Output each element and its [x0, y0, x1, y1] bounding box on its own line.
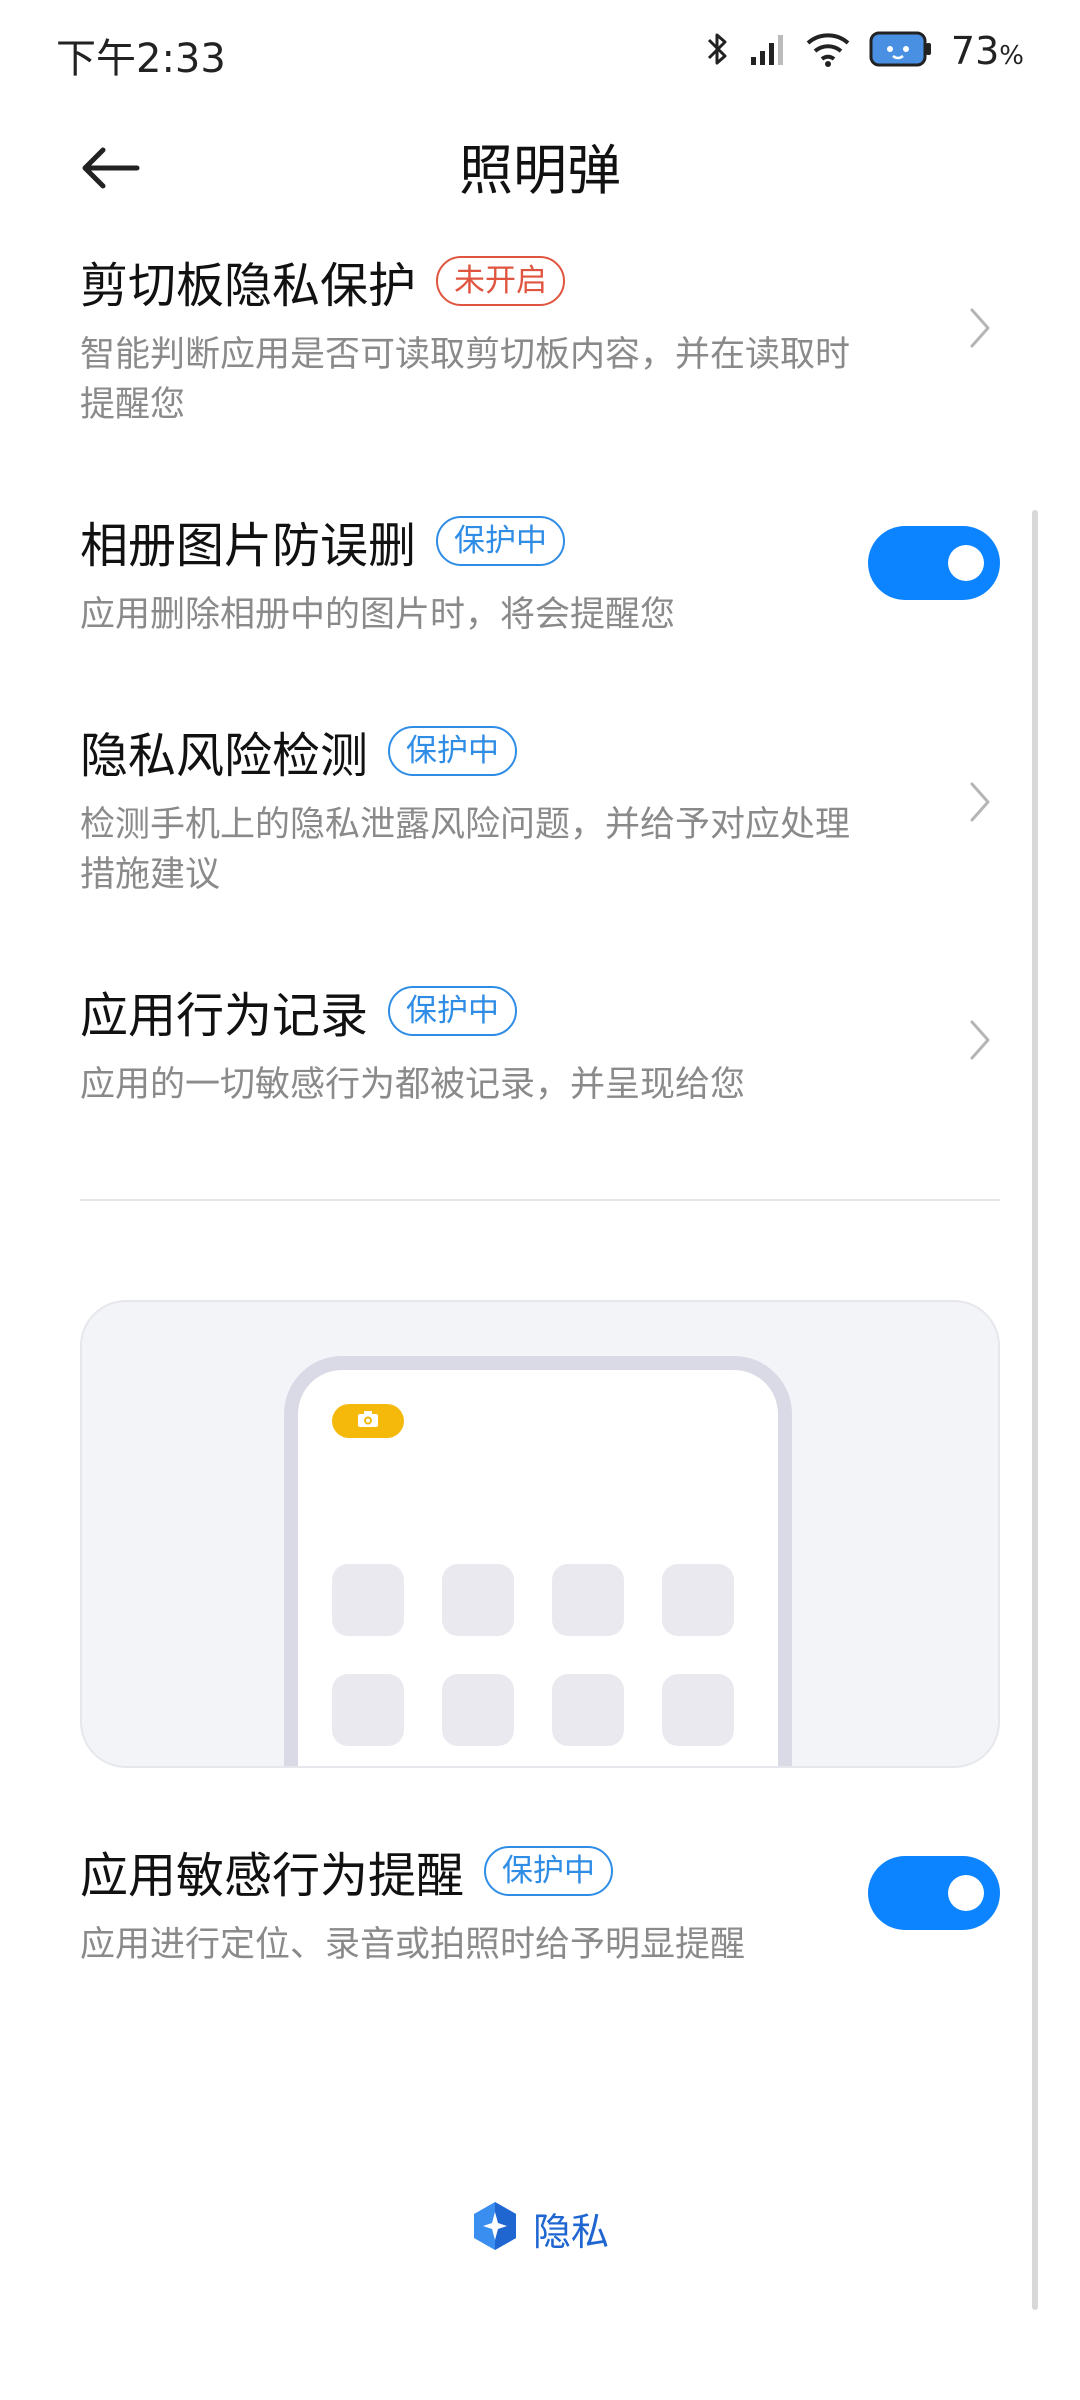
phone-illustration: [284, 1356, 792, 1766]
toggle-knob: [948, 545, 984, 581]
setting-behavior-record[interactable]: 应用行为记录 保护中 应用的一切敏感行为都被记录，并呈现给您: [80, 976, 1000, 1110]
sensitive-reminder-toggle[interactable]: [868, 1856, 1000, 1930]
illustration-card: [80, 1300, 1000, 1768]
setting-description: 应用进行定位、录音或拍照时给予明显提醒: [80, 1925, 746, 1965]
setting-title: 隐私风险检测: [80, 728, 369, 784]
setting-title: 相册图片防误删: [80, 518, 417, 574]
setting-description: 智能判断应用是否可读取剪切板内容，并在读取时提醒您: [80, 335, 851, 425]
app-tile: [332, 1564, 404, 1636]
chevron-right-icon: [960, 298, 1000, 358]
app-tile: [332, 1674, 404, 1746]
setting-description: 应用删除相册中的图片时，将会提醒您: [80, 595, 676, 635]
status-badge: 保护中: [484, 1845, 614, 1897]
status-badge: 未开启: [436, 255, 566, 307]
setting-title: 应用敏感行为提醒: [80, 1848, 465, 1904]
app-tile: [662, 1564, 734, 1636]
setting-description: 应用的一切敏感行为都被记录，并呈现给您: [80, 1065, 746, 1105]
bluetooth-icon: [705, 29, 731, 73]
wifi-icon: [805, 29, 851, 73]
album-protection-toggle[interactable]: [868, 526, 1000, 600]
battery-icon: [869, 29, 933, 73]
app-tile: [662, 1674, 734, 1746]
divider: [80, 1199, 1000, 1201]
app-tile: [552, 1564, 624, 1636]
status-time: 下午2:33: [56, 36, 226, 82]
status-badge: 保护中: [436, 515, 566, 567]
chevron-right-icon: [960, 1010, 1000, 1070]
chevron-right-icon: [960, 772, 1000, 832]
camera-indicator-pill: [332, 1404, 404, 1438]
status-icons: 73%: [705, 28, 1024, 74]
setting-title: 剪切板隐私保护: [80, 258, 417, 314]
brand-footer: 隐私: [0, 2200, 1080, 2256]
status-bar: 下午2:33 73%: [0, 0, 1080, 100]
app-tile: [552, 1674, 624, 1746]
camera-icon: [356, 1409, 380, 1433]
setting-album-protection: 相册图片防误删 保护中 应用删除相册中的图片时，将会提醒您: [80, 506, 1000, 640]
app-tile: [442, 1674, 514, 1746]
page-title: 照明弹: [459, 139, 621, 202]
setting-sensitive-reminder: 应用敏感行为提醒 保护中 应用进行定位、录音或拍照时给予明显提醒: [80, 1836, 1000, 1970]
signal-icon: [749, 29, 787, 73]
setting-title: 应用行为记录: [80, 988, 369, 1044]
battery-percent: 73%: [950, 29, 1024, 73]
setting-risk-detection[interactable]: 隐私风险检测 保护中 检测手机上的隐私泄露风险问题，并给予对应处理措施建议: [80, 716, 1000, 900]
scrollbar[interactable]: [1032, 510, 1038, 2310]
toggle-knob: [948, 1875, 984, 1911]
app-tile: [442, 1564, 514, 1636]
setting-clipboard-privacy[interactable]: 剪切板隐私保护 未开启 智能判断应用是否可读取剪切板内容，并在读取时提醒您: [80, 246, 1000, 430]
brand-text: 隐私: [532, 2209, 609, 2254]
privacy-shield-icon: [471, 2200, 519, 2256]
status-badge: 保护中: [388, 985, 518, 1037]
setting-description: 检测手机上的隐私泄露风险问题，并给予对应处理措施建议: [80, 805, 851, 895]
status-badge: 保护中: [388, 725, 518, 777]
